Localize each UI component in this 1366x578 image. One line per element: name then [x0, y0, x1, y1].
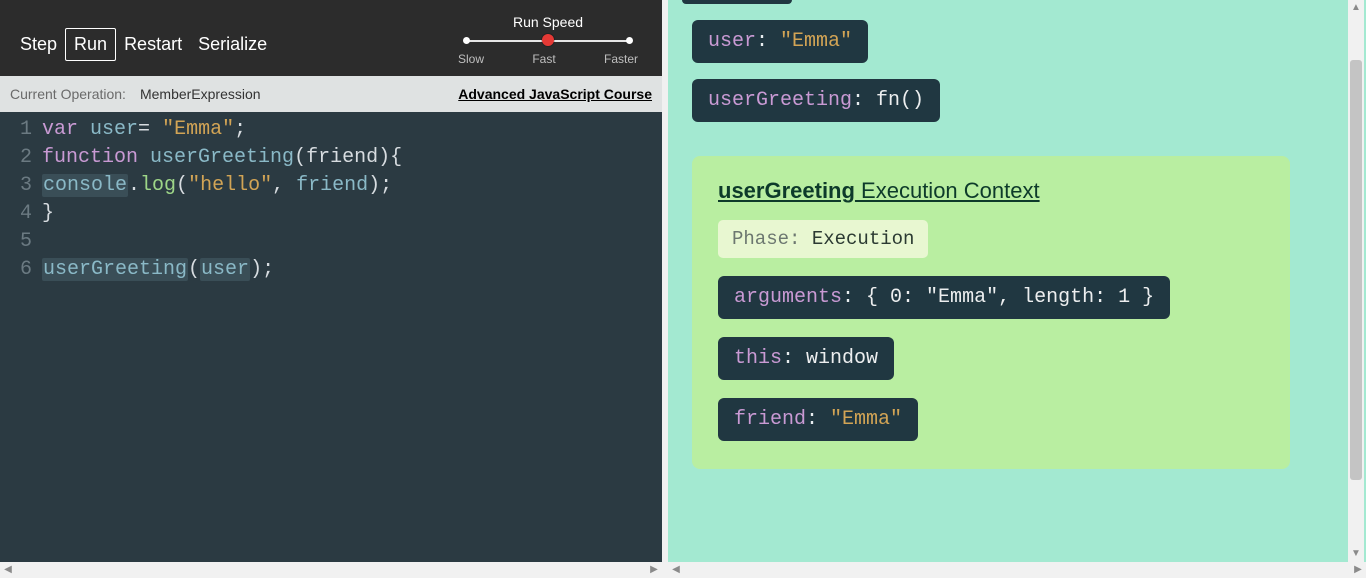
- restart-button[interactable]: Restart: [116, 29, 190, 60]
- scroll-right-icon[interactable]: ▶: [1350, 562, 1366, 578]
- step-button[interactable]: Step: [12, 29, 65, 60]
- context-this: this: window: [718, 337, 894, 380]
- left-horizontal-scrollbar[interactable]: ◀ ▶: [0, 562, 662, 578]
- global-var-usergreeting: userGreeting: fn(): [692, 79, 940, 122]
- run-speed-slider[interactable]: [466, 32, 630, 50]
- course-link[interactable]: Advanced JavaScript Course: [458, 86, 652, 102]
- context-arguments: arguments: { 0: "Emma", length: 1 }: [718, 276, 1170, 319]
- speed-fast-label: Fast: [532, 52, 555, 66]
- current-operation-label: Current Operation:: [10, 86, 126, 102]
- vertical-scrollbar[interactable]: ▲ ▼: [1348, 0, 1364, 562]
- execution-context: userGreeting Execution Context Phase: Ex…: [692, 156, 1290, 469]
- context-friend: friend: "Emma": [718, 398, 918, 441]
- code-content: var user= "Emma";function userGreeting(f…: [42, 116, 662, 562]
- execution-panel: user: "Emma" userGreeting: fn() userGree…: [668, 0, 1366, 562]
- run-speed-label: Run Speed: [458, 14, 638, 30]
- serialize-button[interactable]: Serialize: [190, 29, 275, 60]
- global-var-user: user: "Emma": [692, 20, 868, 63]
- scroll-down-icon[interactable]: ▼: [1348, 546, 1364, 562]
- speed-faster-label: Faster: [604, 52, 638, 66]
- current-operation-value: MemberExpression: [140, 86, 261, 102]
- operation-bar: Current Operation: MemberExpression Adva…: [0, 76, 662, 112]
- toolbar: Step Run Restart Serialize Run Speed Slo…: [0, 0, 662, 76]
- scroll-up-icon[interactable]: ▲: [1348, 0, 1364, 16]
- line-gutter: 1 2 3 4 5 6: [0, 116, 42, 562]
- scroll-left-icon[interactable]: ◀: [668, 562, 684, 578]
- scroll-left-icon[interactable]: ◀: [0, 562, 16, 578]
- slider-knob-icon[interactable]: [542, 34, 554, 46]
- code-editor[interactable]: 1 2 3 4 5 6 var user= "Emma";function us…: [0, 112, 662, 562]
- context-title: userGreeting Execution Context: [718, 178, 1264, 204]
- scroll-right-icon[interactable]: ▶: [646, 562, 662, 578]
- phase-badge: Phase: Execution: [718, 220, 928, 258]
- run-button[interactable]: Run: [65, 28, 116, 61]
- editor-panel: Step Run Restart Serialize Run Speed Slo…: [0, 0, 662, 562]
- scroll-thumb[interactable]: [1350, 60, 1362, 480]
- run-speed-control: Run Speed Slow Fast Faster: [458, 14, 638, 66]
- right-horizontal-scrollbar[interactable]: ◀ ▶: [668, 562, 1366, 578]
- speed-slow-label: Slow: [458, 52, 484, 66]
